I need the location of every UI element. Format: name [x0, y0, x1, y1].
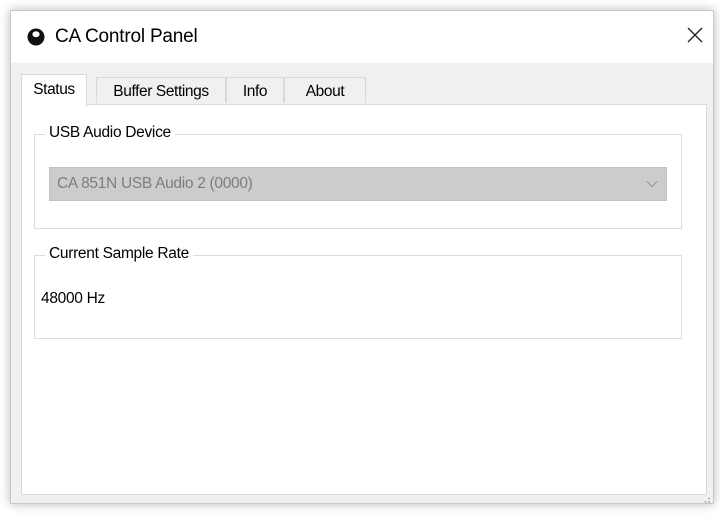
client-area: Status Buffer Settings Info About USB Au…: [11, 63, 713, 503]
status-tab-panel: USB Audio Device CA 851N USB Audio 2 (00…: [21, 104, 707, 495]
usb-audio-device-label: USB Audio Device: [45, 124, 175, 142]
title-bar[interactable]: CA Control Panel: [11, 11, 713, 63]
sample-rate-value: 48000 Hz: [41, 290, 105, 307]
window-title: CA Control Panel: [55, 26, 198, 47]
close-button[interactable]: [677, 19, 713, 55]
chevron-down-icon: [644, 168, 660, 200]
close-icon: [686, 26, 704, 49]
current-sample-rate-group: Current Sample Rate 48000 Hz: [34, 245, 682, 339]
tab-about[interactable]: About: [284, 77, 366, 103]
current-sample-rate-label: Current Sample Rate: [45, 245, 193, 263]
usb-audio-device-value: CA 851N USB Audio 2 (0000): [57, 175, 253, 192]
tab-buffer-settings[interactable]: Buffer Settings: [96, 77, 226, 103]
ca-control-panel-window: CA Control Panel Status Buffer Settings …: [10, 10, 714, 504]
usb-audio-device-group: USB Audio Device CA 851N USB Audio 2 (00…: [34, 124, 682, 229]
tab-strip: Status Buffer Settings Info About: [21, 74, 703, 107]
resize-grip-icon[interactable]: [701, 491, 711, 503]
tab-info[interactable]: Info: [226, 77, 284, 103]
tab-status[interactable]: Status: [21, 74, 87, 107]
usb-audio-device-select[interactable]: CA 851N USB Audio 2 (0000): [49, 167, 667, 201]
ca-logo-icon: [27, 28, 45, 46]
